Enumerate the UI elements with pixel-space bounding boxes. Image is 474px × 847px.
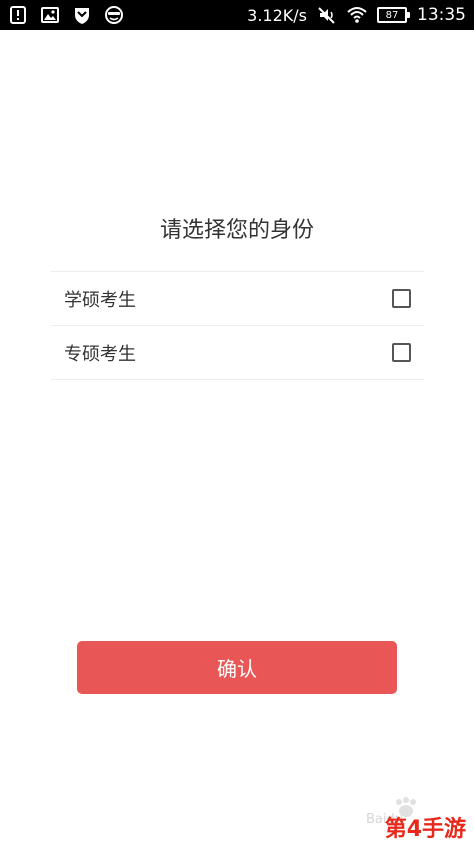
divider	[51, 379, 424, 380]
battery-level: 87	[385, 9, 399, 21]
site-watermark: 第4手游	[384, 817, 466, 842]
wifi-icon	[347, 7, 367, 23]
shield-notification-icon	[75, 8, 89, 24]
clock: 13:35	[417, 5, 466, 25]
page-title: 请选择您的身份	[159, 218, 314, 243]
status-bar-system: 3.12K/s 87 13:35	[247, 0, 466, 30]
network-speed: 3.12K/s	[247, 5, 307, 25]
option-professional-master[interactable]: 专硕考生	[51, 326, 424, 379]
professional-master-checkbox[interactable]	[392, 343, 411, 362]
confirm-button[interactable]: 确认	[77, 641, 397, 694]
status-bar: 3.12K/s 87 13:35	[0, 0, 474, 30]
option-label: 学硕考生	[64, 289, 136, 311]
face-notification-icon	[105, 6, 123, 24]
status-bar-notifications	[8, 0, 124, 30]
battery-icon: 87	[377, 7, 410, 23]
mute-icon	[318, 7, 335, 24]
option-academic-master[interactable]: 学硕考生	[51, 272, 424, 325]
option-label: 专硕考生	[64, 343, 136, 365]
screen: 3.12K/s 87 13:35 请选择您的身份 学硕考生 专硕考生 确认 Ba…	[0, 0, 474, 847]
identity-option-list: 学硕考生 专硕考生	[51, 271, 424, 380]
alert-notification-icon	[10, 6, 26, 24]
academic-master-checkbox[interactable]	[392, 289, 411, 308]
image-notification-icon	[41, 7, 59, 23]
